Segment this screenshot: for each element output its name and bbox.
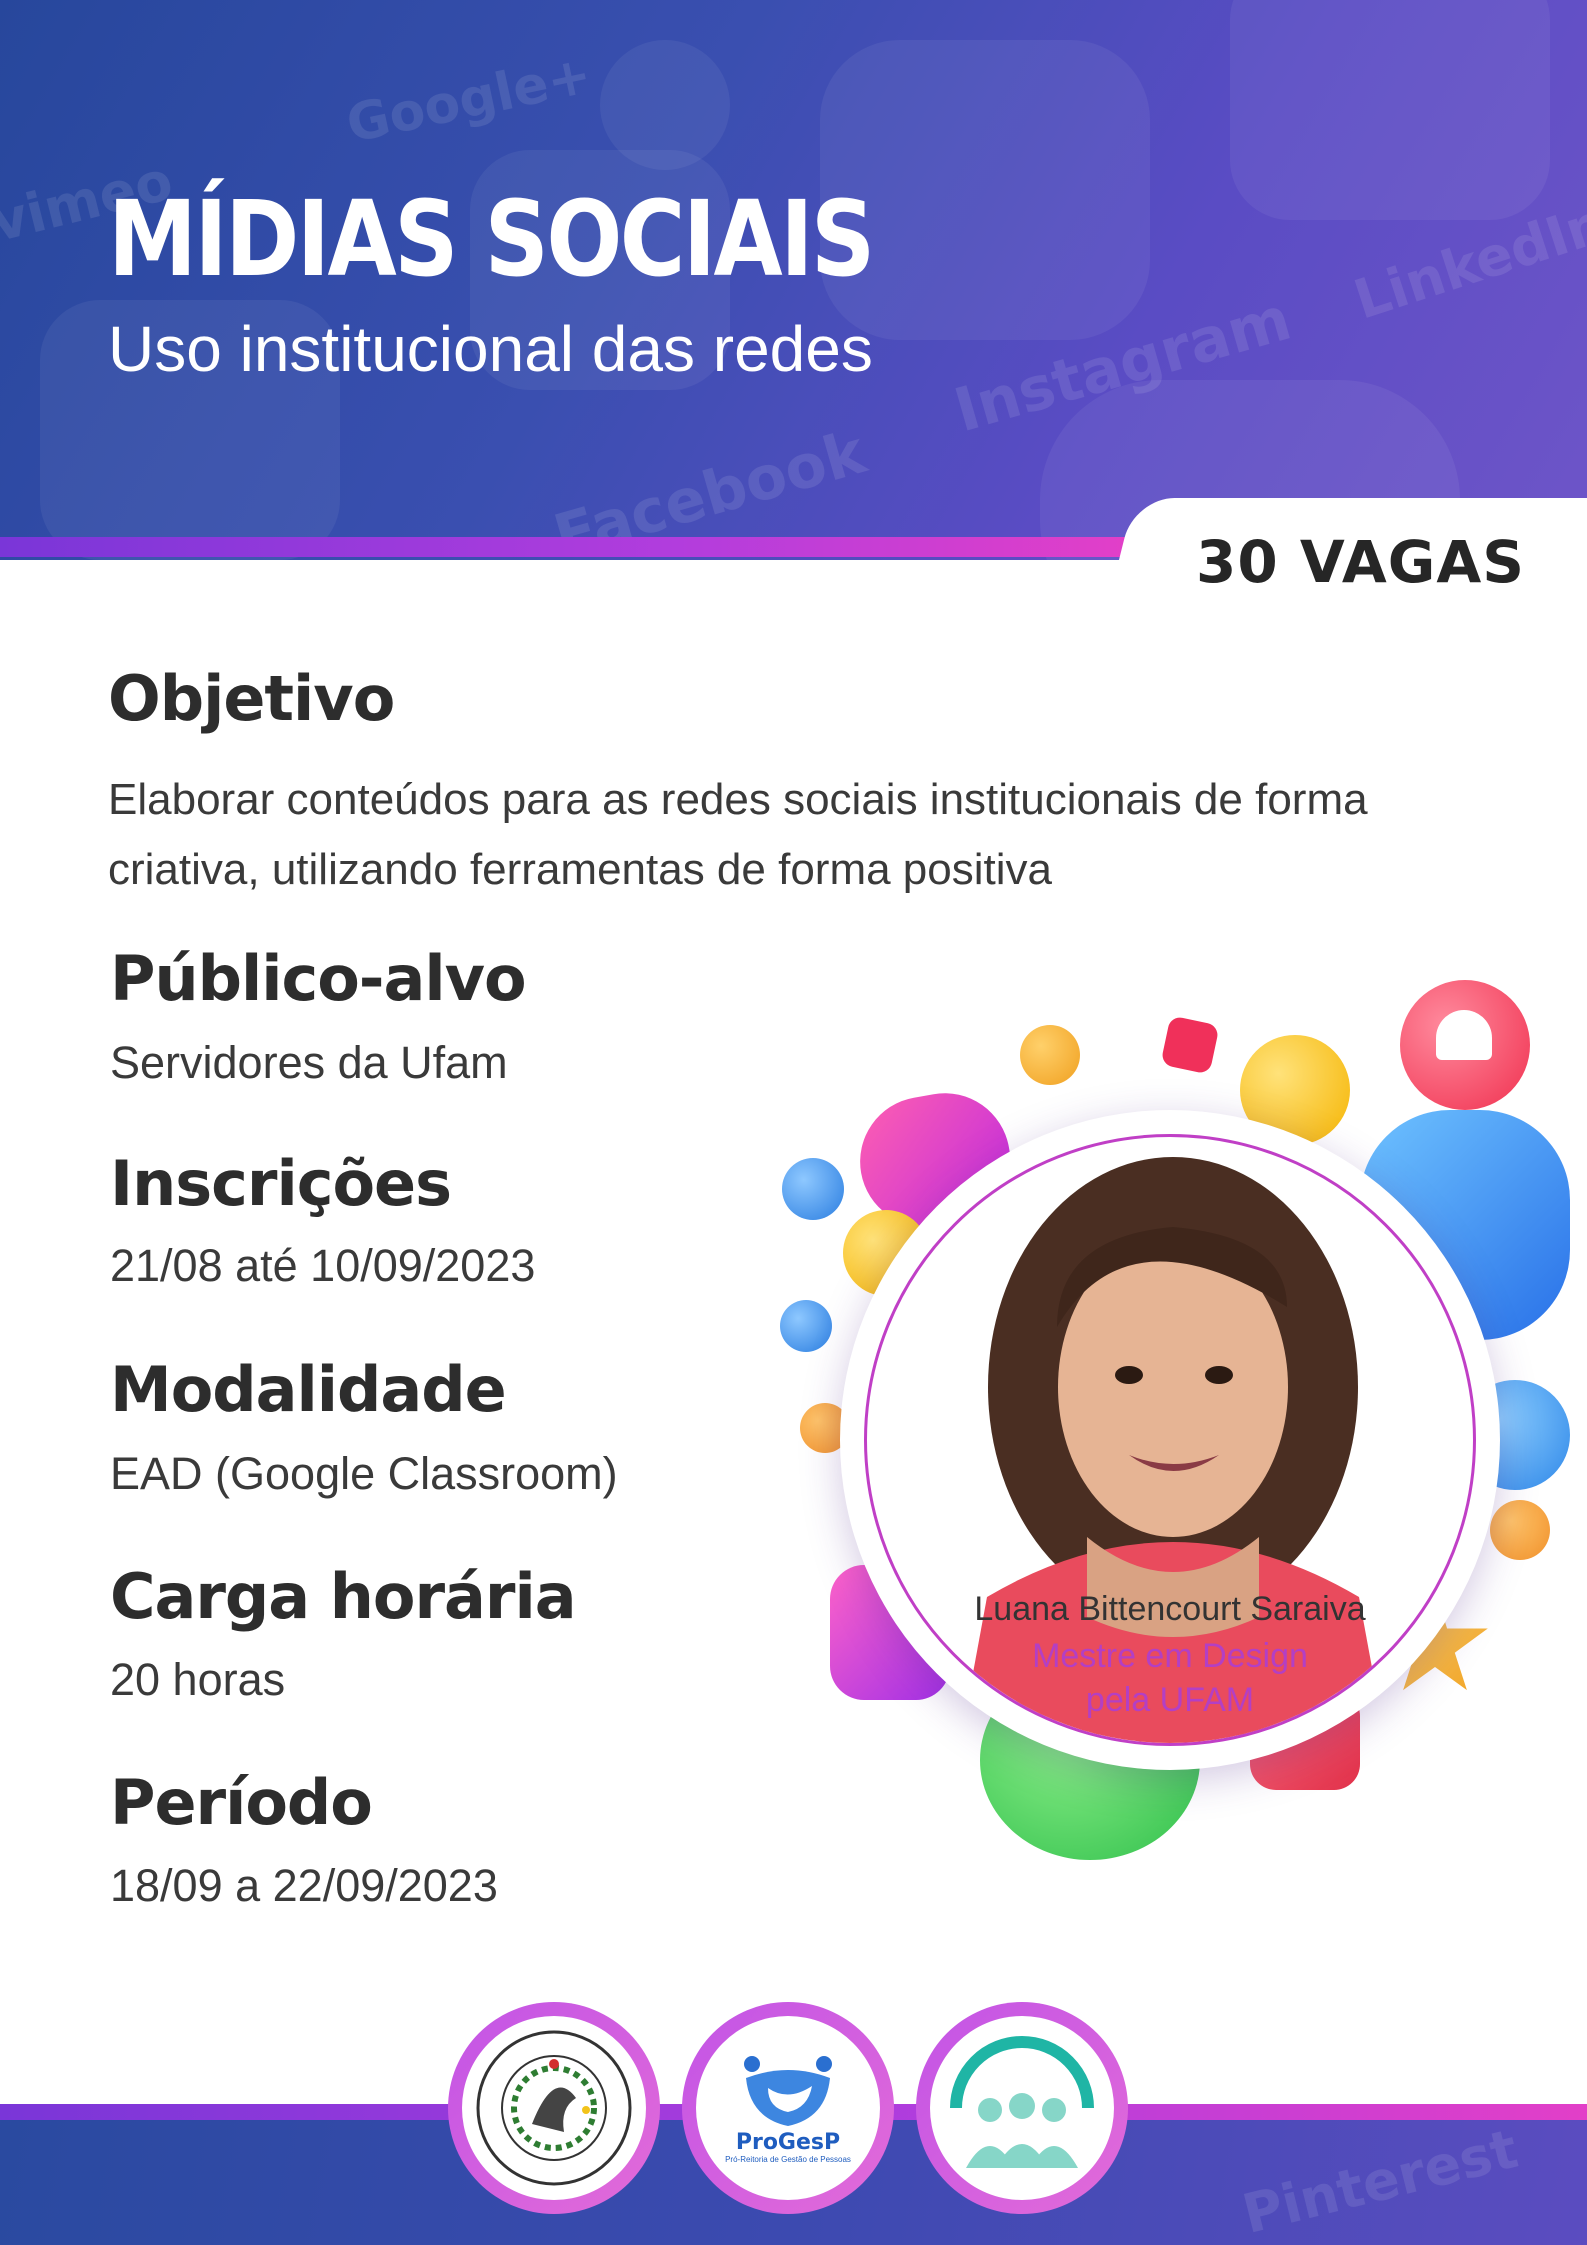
periodo-heading: Período [110,1766,373,1839]
people-group-graphic [946,2032,1098,2184]
heart-eyes-emoji-icon [1020,1025,1080,1085]
carga-heading: Carga horária [110,1560,577,1633]
people-group-icon [930,2016,1114,2200]
publico-heading: Público-alvo [110,942,527,1015]
instructor-role-line2: pela UFAM [1085,1681,1255,1719]
pinterest-bg-word: Pinterest [1236,2120,1524,2245]
instructor-name: Luana Bittencourt Saraiva [974,1590,1366,1628]
header-accent-stripe [0,537,1130,557]
carga-text: 20 horas [110,1654,286,1705]
heart-eyes-small-icon [1490,1500,1550,1560]
modalidade-text: EAD (Google Classroom) [110,1448,618,1499]
inscricoes-text: 21/08 até 10/09/2023 [110,1240,536,1291]
modalidade-heading: Modalidade [110,1353,507,1426]
page-title: MÍDIAS SOCIAIS [108,178,875,300]
progesp-subtitle: Pró-Reitoria de Gestão de Pessoas [725,2155,851,2164]
bell-glyph-icon [1436,1010,1492,1060]
page-subtitle: Uso institucional das redes [108,313,873,385]
like-bubble-icon [782,1158,844,1220]
thumbs-up-small-icon [780,1300,832,1352]
instructor-role: Mestre em Design pela UFAM [864,1634,1476,1722]
periodo-text: 18/09 a 22/09/2023 [110,1860,498,1911]
header-banner: Google+ vimeo Instagram Facebook LinkedI… [0,0,1587,560]
youtube-play-icon [1160,1015,1220,1075]
progesp-logo-icon: ProGesP Pró-Reitoria de Gestão de Pessoa… [696,2016,880,2200]
ufam-seal-graphic [476,2030,632,2186]
ufam-logo-badge [448,2002,660,2214]
progesp-figure-icon [744,2056,832,2126]
progesp-name: ProGesP [735,2130,841,2155]
progesp-logo-badge: ProGesP Pró-Reitoria de Gestão de Pessoa… [682,2002,894,2214]
ufam-seal-icon [462,2016,646,2200]
objetivo-heading: Objetivo [108,662,395,735]
linkedin-bg-icon [1230,0,1550,220]
publico-text: Servidores da Ufam [110,1037,508,1088]
vagas-label: 30 VAGAS [1196,528,1526,596]
objetivo-text: Elaborar conteúdos para as redes sociais… [108,775,1368,894]
notification-bg-icon [600,40,730,170]
instructor-role-line1: Mestre em Design [1032,1637,1308,1675]
google-plus-bg-word: Google+ [341,44,597,156]
inscricoes-heading: Inscrições [110,1147,452,1220]
group-logo-badge [916,2002,1128,2214]
